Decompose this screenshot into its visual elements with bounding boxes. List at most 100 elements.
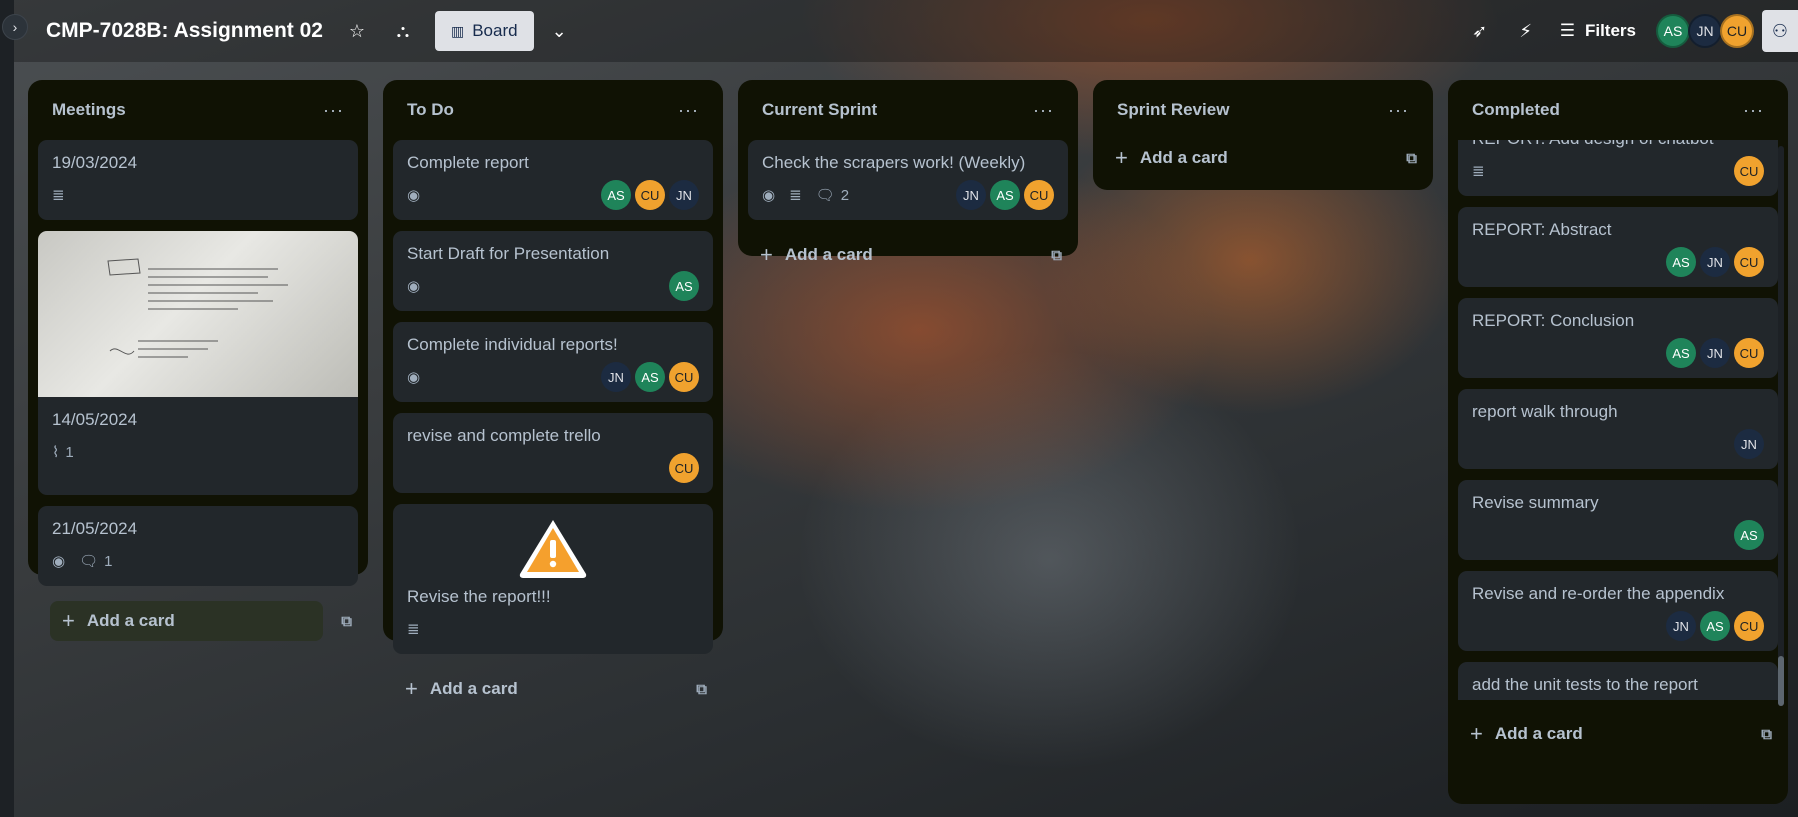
avatar[interactable]: JN: [669, 180, 699, 210]
template-icon[interactable]: ⧉: [1051, 247, 1062, 264]
add-card-button[interactable]: + Add a card ⧉: [393, 665, 713, 713]
list-meetings: Meetings ··· 19/03/2024 ≣ 14/05/2024 ⌇ 1…: [28, 80, 368, 641]
more-icon[interactable]: ···: [678, 100, 699, 121]
add-card-button[interactable]: + Add a card: [50, 601, 324, 641]
more-icon[interactable]: ···: [1033, 100, 1054, 121]
card[interactable]: Complete report ◉ AS CU JN: [393, 140, 713, 220]
automation-icon[interactable]: ⚡: [1514, 21, 1538, 42]
template-icon[interactable]: ⧉: [1761, 726, 1772, 743]
more-icon[interactable]: ···: [1743, 100, 1764, 121]
share-button[interactable]: ⚇: [1762, 10, 1798, 52]
star-icon[interactable]: ☆: [345, 21, 369, 42]
add-card-label: Add a card: [1494, 724, 1583, 743]
avatar[interactable]: CU: [1734, 338, 1764, 368]
template-icon[interactable]: ⧉: [341, 613, 352, 630]
card[interactable]: Start Draft for Presentation ◉ AS: [393, 231, 713, 311]
card[interactable]: REPORT: Add design of chatbot ≣ CU: [1458, 140, 1778, 196]
filters-label: Filters: [1584, 21, 1636, 40]
card-title: REPORT: Add design of chatbot: [1472, 140, 1764, 150]
board-view-button[interactable]: ▥ Board: [434, 11, 534, 51]
avatar[interactable]: JN: [956, 180, 986, 210]
sidebar-rail: [0, 0, 14, 817]
avatar[interactable]: JN: [1666, 611, 1696, 641]
avatar[interactable]: CU: [635, 180, 665, 210]
more-icon[interactable]: ···: [323, 100, 344, 121]
list-scrollbar[interactable]: [1778, 146, 1784, 706]
card[interactable]: add the unit tests to the report JN: [1458, 662, 1778, 700]
add-card-label: Add a card: [86, 611, 175, 630]
card-title: Start Draft for Presentation: [407, 244, 610, 263]
more-icon[interactable]: ···: [1388, 100, 1409, 121]
card[interactable]: revise and complete trello CU: [393, 413, 713, 493]
card[interactable]: 19/03/2024 ≣: [38, 140, 358, 220]
avatar[interactable]: CU: [1734, 156, 1764, 186]
card[interactable]: Revise the report!!! ≣: [393, 504, 713, 654]
card-title: 19/03/2024: [52, 153, 138, 172]
card[interactable]: 21/05/2024 ◉ 🗨 1: [38, 506, 358, 586]
card-title: Complete individual reports!: [407, 335, 618, 354]
avatar[interactable]: AS: [601, 180, 631, 210]
avatar[interactable]: CU: [1734, 247, 1764, 277]
template-icon[interactable]: ⧉: [696, 681, 707, 698]
paperclip-icon: ⌇: [52, 444, 60, 461]
plus-icon: +: [62, 608, 75, 633]
avatar[interactable]: CU: [669, 362, 699, 392]
card[interactable]: 14/05/2024 ⌇ 1: [38, 231, 358, 495]
avatar[interactable]: CU: [1720, 14, 1754, 48]
list-title[interactable]: Meetings: [52, 100, 126, 120]
avatar[interactable]: JN: [1688, 14, 1722, 48]
board-header: CMP-7028B: Assignment 02 ☆ ⛬ ▥ Board ⌄ ➶…: [14, 0, 1798, 62]
card-title: REPORT: Conclusion: [1472, 311, 1635, 330]
card[interactable]: Complete individual reports! ◉ JN AS CU: [393, 322, 713, 402]
card[interactable]: REPORT: Abstract AS JN CU: [1458, 207, 1778, 287]
avatar[interactable]: CU: [1024, 180, 1054, 210]
comment-badge: 🗨 1: [79, 552, 112, 571]
list-sprint-review: Sprint Review ··· + Add a card ⧉: [1093, 80, 1433, 190]
plus-icon: +: [405, 676, 418, 701]
avatar[interactable]: AS: [990, 180, 1020, 210]
avatar[interactable]: AS: [635, 362, 665, 392]
power-ups-icon[interactable]: ➶: [1468, 21, 1492, 42]
board-title[interactable]: CMP-7028B: Assignment 02: [46, 19, 323, 43]
add-card-button[interactable]: + Add a card ⧉: [1103, 134, 1423, 182]
filters-button[interactable]: ☰ Filters: [1560, 21, 1636, 41]
avatar[interactable]: AS: [1666, 247, 1696, 277]
avatar[interactable]: CU: [669, 453, 699, 483]
card[interactable]: Revise summary AS: [1458, 480, 1778, 560]
board-view-label: Board: [472, 21, 518, 40]
card-list-scroll-area[interactable]: REPORT: Add design of chatbot ≣ CU REPOR…: [1458, 140, 1778, 700]
card-title: Revise and re-order the appendix: [1472, 584, 1725, 603]
add-card-button[interactable]: + Add a card ⧉: [748, 231, 1068, 279]
watch-icon: ◉: [407, 187, 421, 204]
avatar[interactable]: AS: [1700, 611, 1730, 641]
scrollbar-thumb[interactable]: [1778, 656, 1784, 706]
avatar[interactable]: CU: [1734, 611, 1764, 641]
card-title: 14/05/2024: [52, 410, 138, 429]
list-title[interactable]: Current Sprint: [762, 100, 877, 120]
avatar[interactable]: JN: [601, 362, 631, 392]
template-icon[interactable]: ⧉: [1406, 150, 1417, 167]
card[interactable]: report walk through JN: [1458, 389, 1778, 469]
avatar[interactable]: AS: [1656, 14, 1690, 48]
card[interactable]: REPORT: Conclusion AS JN CU: [1458, 298, 1778, 378]
avatar[interactable]: JN: [1700, 247, 1730, 277]
card-title: REPORT: Abstract: [1472, 220, 1612, 239]
add-card-button[interactable]: + Add a card ⧉: [1458, 710, 1778, 758]
card-title: 21/05/2024: [52, 519, 138, 538]
avatar[interactable]: AS: [669, 271, 699, 301]
expand-sidebar-button[interactable]: ›: [2, 14, 28, 40]
plus-icon: +: [1470, 721, 1483, 746]
chevron-down-icon[interactable]: ⌄: [552, 21, 567, 42]
card-title: Revise the report!!!: [407, 587, 551, 606]
avatar[interactable]: JN: [1700, 338, 1730, 368]
list-title[interactable]: Sprint Review: [1117, 100, 1229, 120]
avatar[interactable]: AS: [1666, 338, 1696, 368]
avatar[interactable]: AS: [1734, 520, 1764, 550]
card[interactable]: Check the scrapers work! (Weekly) ◉ ≣ 🗨 2…: [748, 140, 1068, 220]
workspace-visible-icon[interactable]: ⛬: [391, 21, 415, 42]
list-title[interactable]: To Do: [407, 100, 454, 120]
avatar[interactable]: JN: [1734, 429, 1764, 459]
card[interactable]: Revise and re-order the appendix JN AS C…: [1458, 571, 1778, 651]
list-title[interactable]: Completed: [1472, 100, 1560, 120]
card-title: revise and complete trello: [407, 426, 601, 445]
